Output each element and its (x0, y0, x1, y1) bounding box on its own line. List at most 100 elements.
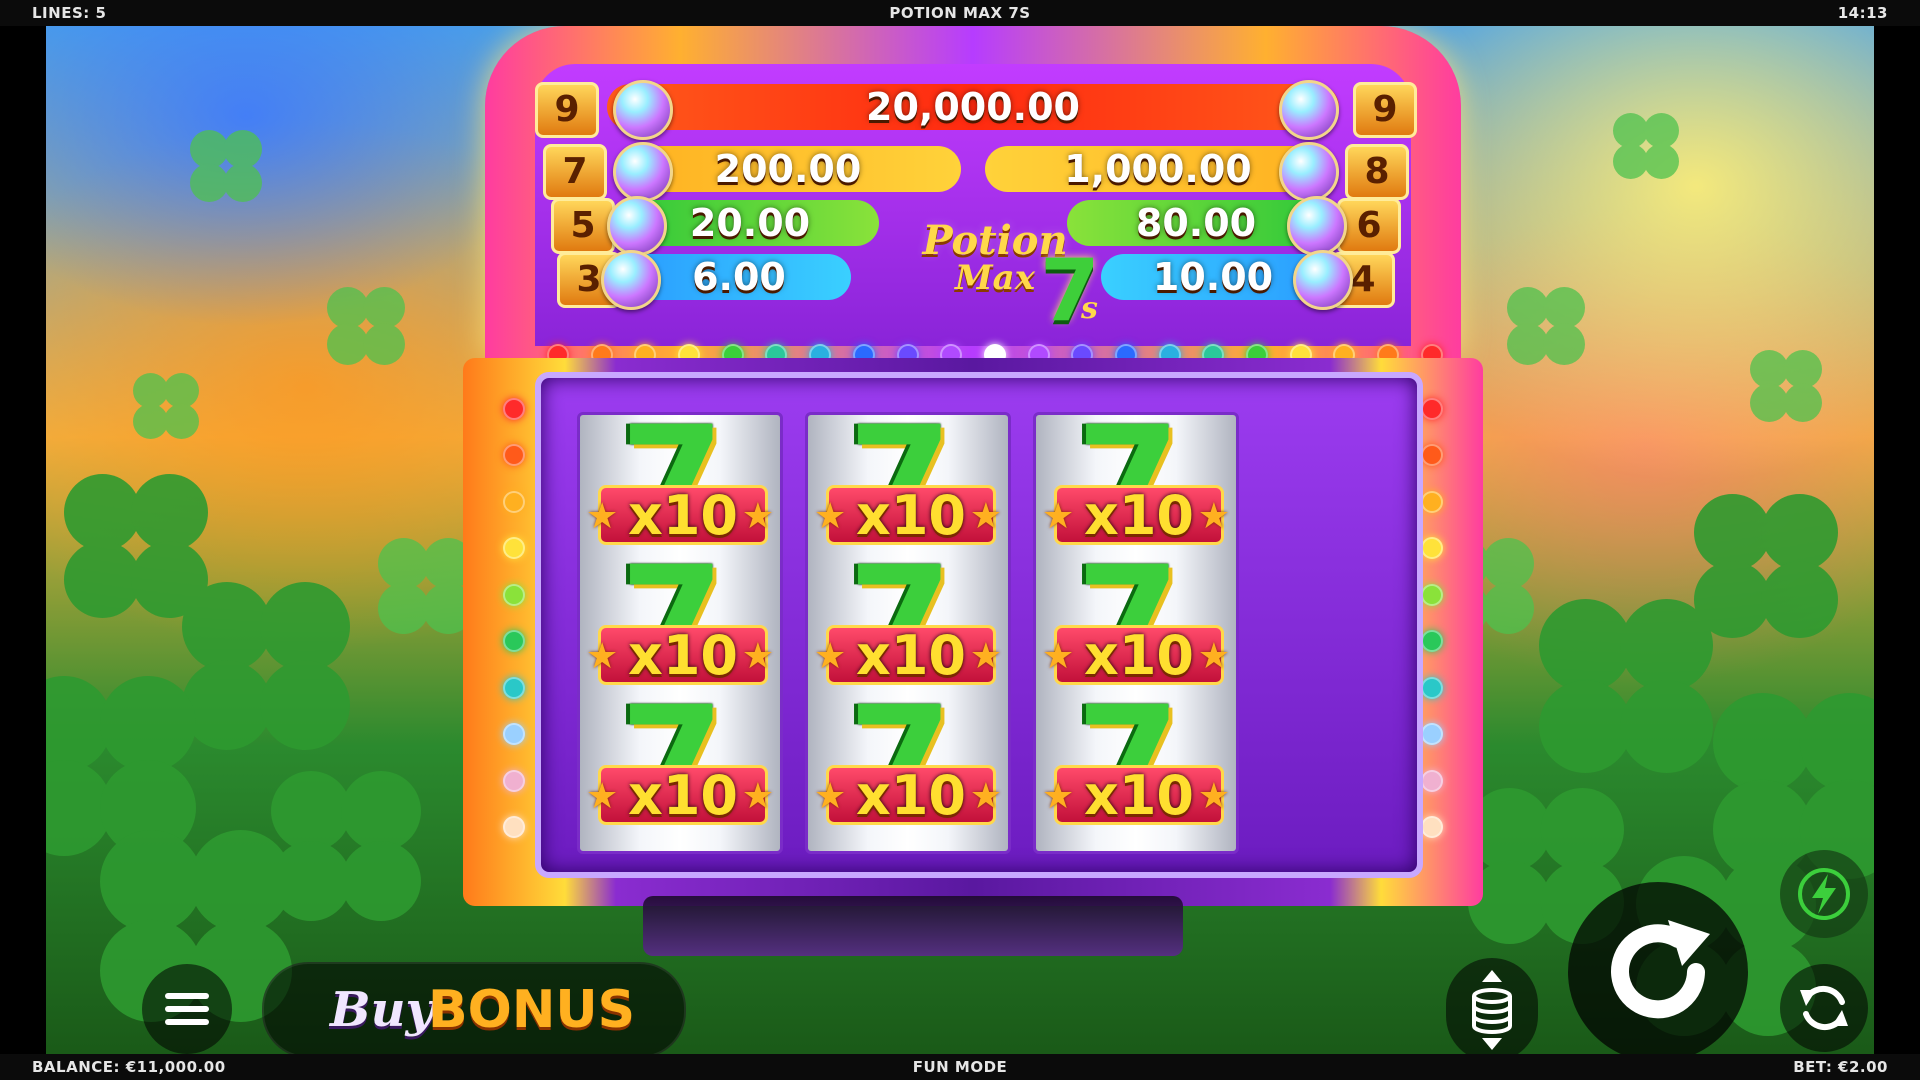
star-icon: ★ (741, 495, 774, 536)
reel-1: 7 x10 ★ ★ 7 x10 ★ ★ 7 x10 ★ (577, 412, 783, 854)
star-icon: ★ (1197, 635, 1230, 676)
bottom-status-bar: BALANCE: €11,000.00 FUN MODE BET: €2.00 (0, 1054, 1920, 1080)
potion-orb-icon (613, 80, 673, 140)
bet-display: BET: €2.00 (1793, 1058, 1888, 1076)
count-left-7: 7 (543, 144, 607, 200)
potion-orb-icon (601, 250, 661, 310)
paytable-crown: 20,000.00 9 9 200.00 1,000.00 7 8 20.00 … (485, 26, 1461, 366)
potion-orb-icon (1293, 250, 1353, 310)
reel-symbol: 7 x10 ★ ★ (1036, 415, 1236, 557)
light-bulb (1421, 676, 1443, 699)
bet-selector-button[interactable] (1446, 958, 1538, 1054)
reel-symbol: 7 x10 ★ ★ (808, 687, 1008, 837)
light-bulb (503, 815, 525, 838)
light-bulb (503, 630, 525, 653)
star-icon: ★ (1042, 495, 1075, 536)
logo-suffix: s (1081, 291, 1098, 326)
light-bulb (1421, 398, 1443, 420)
star-icon: ★ (586, 635, 619, 676)
count-left-9: 9 (535, 82, 599, 138)
potion-orb-icon (607, 196, 667, 256)
light-bulb (503, 676, 525, 699)
star-icon: ★ (586, 775, 619, 816)
light-bulb (1421, 537, 1443, 560)
coin-stack-icon (1472, 970, 1512, 1050)
star-icon: ★ (1197, 495, 1230, 536)
count-left-5: 5 (551, 198, 615, 254)
star-icon: ★ (814, 775, 847, 816)
light-bulb (1421, 444, 1443, 467)
light-bulb (1421, 723, 1443, 746)
game-title: POTION MAX 7S (889, 4, 1031, 22)
light-bulb (503, 583, 525, 606)
lightning-icon (1798, 868, 1850, 920)
potion-orb-icon (1279, 80, 1339, 140)
reel-3: 7 x10 ★ ★ 7 x10 ★ ★ 7 x10 ★ (1033, 412, 1239, 854)
machine-base (643, 896, 1183, 956)
star-icon: ★ (969, 635, 1002, 676)
light-bulb (503, 490, 525, 513)
light-bulb (1421, 490, 1443, 513)
potion-orb-icon (1287, 196, 1347, 256)
light-bulb (503, 769, 525, 792)
reel-symbol: 7 x10 ★ ★ (580, 415, 780, 557)
buy-label: Buy (330, 982, 434, 1038)
reel-symbol: 7 x10 ★ ★ (580, 687, 780, 837)
reel-2: 7 x10 ★ ★ 7 x10 ★ ★ 7 x10 ★ (805, 412, 1011, 854)
star-icon: ★ (741, 635, 774, 676)
reel-cabinet: 7 x10 ★ ★ 7 x10 ★ ★ 7 x10 ★ (463, 358, 1483, 906)
reel-symbol: 7 x10 ★ ★ (580, 547, 780, 697)
top-status-bar: LINES: 5 POTION MAX 7S 14:13 (0, 0, 1920, 26)
star-icon: ★ (1042, 635, 1075, 676)
light-bulb (503, 537, 525, 560)
paytable-row-4: 10.00 (1101, 254, 1325, 300)
jackpot-value: 20,000.00 (866, 85, 1080, 129)
game-logo: Potion Max 7 s (905, 221, 1099, 342)
payout-3: 6.00 (692, 255, 786, 299)
light-bulb (1421, 815, 1443, 838)
star-icon: ★ (741, 775, 774, 816)
reel-symbol: 7 x10 ★ ★ (1036, 547, 1236, 697)
hamburger-icon (165, 993, 209, 1025)
payout-7: 200.00 (714, 147, 862, 191)
mode-label: FUN MODE (912, 1058, 1008, 1076)
star-icon: ★ (1197, 775, 1230, 816)
light-bulb (503, 444, 525, 467)
reel-symbol: 7 x10 ★ ★ (808, 547, 1008, 697)
payout-5: 20.00 (689, 201, 811, 245)
turbo-button[interactable] (1780, 850, 1868, 938)
star-icon: ★ (814, 495, 847, 536)
potion-orb-icon (1279, 142, 1339, 202)
light-bulb (503, 398, 525, 420)
star-icon: ★ (969, 775, 1002, 816)
paytable-row-9: 20,000.00 (607, 84, 1339, 130)
slot-machine: 20,000.00 9 9 200.00 1,000.00 7 8 20.00 … (463, 26, 1483, 956)
bonus-label: BONUS (428, 980, 636, 1040)
light-bulb (1421, 630, 1443, 653)
menu-button[interactable] (142, 964, 232, 1054)
clock: 14:13 (1837, 4, 1888, 22)
reel-symbol: 7 x10 ★ ★ (808, 415, 1008, 557)
reel-symbol: 7 x10 ★ ★ (1036, 687, 1236, 837)
payout-6: 80.00 (1135, 201, 1257, 245)
count-right-9: 9 (1353, 82, 1417, 138)
star-icon: ★ (969, 495, 1002, 536)
light-bulb (1421, 583, 1443, 606)
light-bulb (1421, 769, 1443, 792)
potion-orb-icon (613, 142, 673, 202)
left-light-column (499, 398, 529, 838)
light-bulb (503, 723, 525, 746)
buy-bonus-button[interactable]: Buy BONUS (262, 962, 686, 1054)
autoplay-icon (1800, 985, 1848, 1031)
star-icon: ★ (814, 635, 847, 676)
payout-8: 1,000.00 (1064, 147, 1252, 191)
star-icon: ★ (586, 495, 619, 536)
spin-arrow-icon (1611, 920, 1710, 1019)
star-icon: ★ (1042, 775, 1075, 816)
count-right-8: 8 (1345, 144, 1409, 200)
reel-frame: 7 x10 ★ ★ 7 x10 ★ ★ 7 x10 ★ (535, 372, 1423, 878)
autoplay-button[interactable] (1780, 964, 1868, 1052)
game-stage: 20,000.00 9 9 200.00 1,000.00 7 8 20.00 … (46, 26, 1874, 1054)
payout-4: 10.00 (1152, 255, 1274, 299)
spin-button[interactable] (1568, 882, 1748, 1054)
